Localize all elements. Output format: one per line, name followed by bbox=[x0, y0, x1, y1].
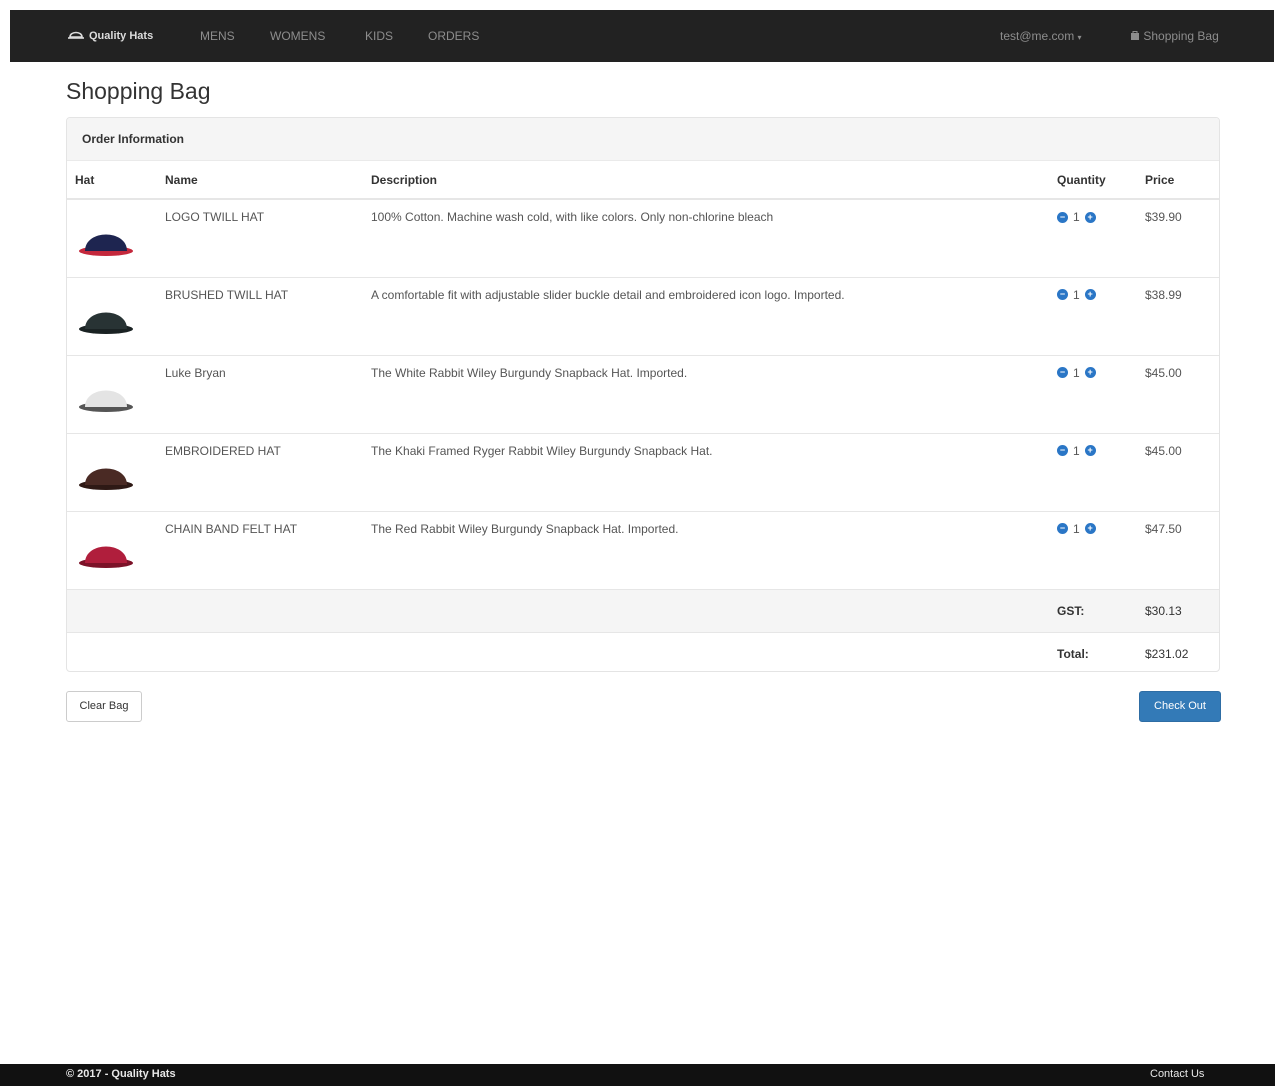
hat-image bbox=[75, 312, 137, 340]
column-header-price: Price bbox=[1145, 161, 1219, 200]
order-table: Hat Name Description Quantity Price LOGO… bbox=[67, 161, 1219, 671]
total-value: $231.02 bbox=[1145, 631, 1219, 671]
total-row: Total: $231.02 bbox=[67, 631, 1219, 671]
user-menu-dropdown[interactable]: test@me.com ▾ bbox=[1000, 10, 1082, 62]
minus-circle-icon[interactable]: − bbox=[1057, 445, 1068, 456]
item-name: EMBROIDERED HAT bbox=[165, 432, 371, 511]
item-quantity: 1 bbox=[1073, 521, 1080, 536]
check-out-button[interactable]: Check Out bbox=[1139, 691, 1221, 722]
hat-image bbox=[75, 468, 137, 496]
item-description: A comfortable fit with adjustable slider… bbox=[371, 276, 1057, 355]
user-email: test@me.com bbox=[1000, 29, 1075, 43]
shopping-bag-label: Shopping Bag bbox=[1143, 29, 1219, 43]
table-row: LOGO TWILL HAT 100% Cotton. Machine wash … bbox=[67, 198, 1219, 277]
hat-image bbox=[75, 390, 137, 418]
table-row: EMBROIDERED HAT The Khaki Framed Ryger Ra… bbox=[67, 432, 1219, 511]
gst-label: GST: bbox=[1057, 588, 1145, 632]
hat-logo-icon bbox=[67, 28, 89, 45]
quantity-stepper: −1 + bbox=[1057, 522, 1145, 536]
nav-link-kids[interactable]: KIDS bbox=[365, 10, 393, 62]
plus-circle-icon[interactable]: + bbox=[1084, 289, 1096, 300]
item-description: 100% Cotton. Machine wash cold, with lik… bbox=[371, 198, 1057, 277]
plus-circle-icon[interactable]: + bbox=[1084, 367, 1096, 378]
gst-value: $30.13 bbox=[1145, 588, 1219, 632]
quantity-stepper: −1 + bbox=[1057, 366, 1145, 380]
clear-bag-button[interactable]: Clear Bag bbox=[66, 691, 142, 722]
minus-circle-icon[interactable]: − bbox=[1057, 367, 1068, 378]
plus-circle-icon[interactable]: + bbox=[1084, 211, 1096, 223]
item-quantity: 1 bbox=[1073, 443, 1080, 458]
contact-us-link[interactable]: Contact Us bbox=[1150, 1068, 1204, 1080]
item-price: $47.50 bbox=[1145, 510, 1219, 589]
item-price: $39.90 bbox=[1145, 198, 1219, 277]
gst-row: GST: $30.13 bbox=[67, 588, 1219, 632]
quantity-stepper: −1 + bbox=[1057, 288, 1145, 302]
page-title: Shopping Bag bbox=[66, 78, 211, 104]
item-name: CHAIN BAND FELT HAT bbox=[165, 510, 371, 589]
item-quantity: 1 bbox=[1073, 210, 1080, 224]
item-description: The White Rabbit Wiley Burgundy Snapback… bbox=[371, 354, 1057, 433]
column-header-hat: Hat bbox=[67, 161, 165, 200]
brand-label: Quality Hats bbox=[89, 30, 154, 42]
caret-down-icon: ▾ bbox=[1077, 33, 1082, 42]
plus-circle-icon[interactable]: + bbox=[1084, 523, 1096, 534]
item-quantity: 1 bbox=[1073, 287, 1080, 302]
minus-circle-icon[interactable]: − bbox=[1057, 211, 1068, 223]
item-description: The Khaki Framed Ryger Rabbit Wiley Burg… bbox=[371, 432, 1057, 511]
plus-circle-icon[interactable]: + bbox=[1084, 445, 1096, 456]
footer: © 2017 - Quality Hats Contact Us bbox=[0, 1064, 1275, 1086]
column-header-name: Name bbox=[165, 161, 371, 200]
item-price: $38.99 bbox=[1145, 276, 1219, 355]
nav-link-womens[interactable]: WOMENS bbox=[270, 10, 325, 62]
footer-copyright: © 2017 - Quality Hats bbox=[66, 1068, 176, 1080]
column-header-quantity: Quantity bbox=[1057, 161, 1145, 200]
shopping-bag-link[interactable]: Shopping Bag bbox=[1130, 10, 1219, 62]
table-row: BRUSHED TWILL HAT A comfortable fit with … bbox=[67, 276, 1219, 355]
hat-image bbox=[75, 234, 137, 262]
item-price: $45.00 bbox=[1145, 354, 1219, 433]
quantity-stepper: −1 + bbox=[1057, 444, 1145, 458]
table-header-row: Hat Name Description Quantity Price bbox=[67, 161, 1219, 200]
item-name: BRUSHED TWILL HAT bbox=[165, 276, 371, 355]
item-quantity: 1 bbox=[1073, 365, 1080, 380]
brand-link[interactable]: Quality Hats bbox=[67, 10, 153, 62]
hat-image bbox=[75, 546, 137, 574]
order-panel: Order Information Hat Name Description Q… bbox=[66, 117, 1220, 672]
shopping-bag-icon bbox=[1130, 29, 1143, 43]
top-navbar: Quality Hats MENS WOMENS KIDS ORDERS tes… bbox=[10, 10, 1274, 62]
table-row: Luke Bryan The White Rabbit Wiley Burgund… bbox=[67, 354, 1219, 433]
minus-circle-icon[interactable]: − bbox=[1057, 523, 1068, 534]
item-price: $45.00 bbox=[1145, 432, 1219, 511]
minus-circle-icon[interactable]: − bbox=[1057, 289, 1068, 300]
order-panel-heading: Order Information bbox=[67, 118, 1219, 161]
item-description: The Red Rabbit Wiley Burgundy Snapback H… bbox=[371, 510, 1057, 589]
nav-link-orders[interactable]: ORDERS bbox=[428, 10, 479, 62]
total-label: Total: bbox=[1057, 631, 1145, 671]
item-name: LOGO TWILL HAT bbox=[165, 198, 371, 277]
column-header-description: Description bbox=[371, 161, 1057, 200]
item-name: Luke Bryan bbox=[165, 354, 371, 433]
nav-link-mens[interactable]: MENS bbox=[200, 10, 235, 62]
table-row: CHAIN BAND FELT HAT The Red Rabbit Wiley … bbox=[67, 510, 1219, 589]
quantity-stepper: −1 + bbox=[1057, 210, 1145, 224]
